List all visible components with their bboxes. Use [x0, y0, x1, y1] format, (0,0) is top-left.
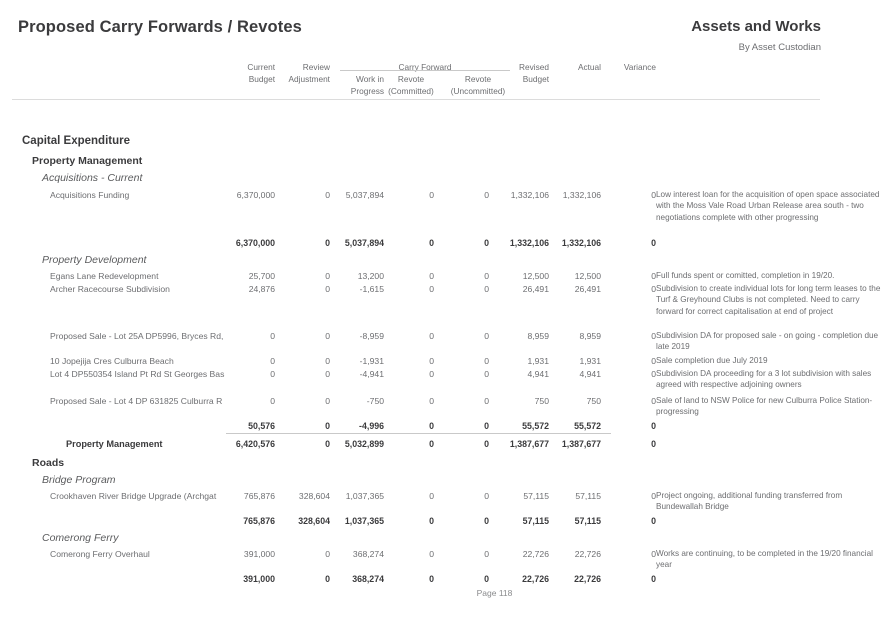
row-label: Archer Racecourse Subdivision: [50, 284, 170, 294]
table-row: Archer Racecourse Subdivision 24,876 0 -1,6…: [0, 283, 889, 316]
cell-variance: 0: [651, 396, 656, 406]
cell-variance: 0: [651, 238, 656, 248]
cell-variance: 0: [651, 421, 656, 431]
page-title: Proposed Carry Forwards / Revotes: [18, 18, 302, 36]
document-page: Proposed Carry Forwards / Revotes Assets…: [0, 0, 889, 628]
table-row: 10 Jopejija Cres Culburra Beach 0 0 -1,931 0…: [0, 355, 889, 366]
cell-variance: 0: [651, 271, 656, 281]
column-header-variance: Variance: [623, 62, 656, 72]
cell-variance: 0: [651, 549, 656, 559]
row-comment: Works are continuing, to be completed in…: [656, 549, 873, 570]
cell-variance: 0: [651, 516, 656, 526]
section-label: Property Management: [32, 155, 143, 167]
section-heading-row: Acquisitions - Current: [0, 172, 889, 184]
table-row: Proposed Sale - Lot 4 DP 631825 Culburra…: [0, 395, 889, 416]
row-comment: Project ongoing, additional funding tran…: [656, 491, 843, 512]
row-label: Acquisitions Funding: [50, 190, 130, 200]
row-label: 10 Jopejija Cres Culburra Beach: [50, 356, 174, 366]
document-header: Proposed Carry Forwards / Revotes Assets…: [0, 0, 889, 53]
section-label: Property Management: [66, 439, 163, 449]
column-header-revote-committed-line2: (Committed): [388, 86, 434, 96]
page-footer: Page 118: [0, 588, 889, 598]
section-heading-row: Comerong Ferry: [0, 532, 889, 544]
section-label: Capital Expenditure: [22, 135, 130, 147]
row-comment: Subdivision DA proceeding for a 3 lot su…: [656, 369, 872, 390]
column-header-review-adjustment-line1: Review: [302, 62, 330, 72]
row-comment: Sale of land to NSW Police for new Culbu…: [656, 396, 873, 417]
subtotal-row: 391,000 0 368,274 0 0 22,726 22,726 0: [0, 573, 889, 584]
section-heading-row: Capital Expenditure: [0, 135, 889, 147]
cell-variance: 0: [651, 284, 656, 294]
section-label: Acquisitions - Current: [42, 172, 143, 184]
cell-variance: 0: [651, 190, 656, 200]
page-number: Page 118: [476, 588, 513, 598]
table-row: Acquisitions Funding 6,370,000 0 5,037,894 0…: [0, 189, 889, 222]
subtotal-rule: [226, 433, 611, 434]
row-comment: Subdivision to create individual lots fo…: [656, 284, 881, 316]
row-label: Crookhaven River Bridge Upgrade (Archgat: [50, 491, 217, 501]
row-comment: Low interest loan for the acquisition of…: [656, 190, 880, 222]
section-label: Bridge Program: [42, 474, 116, 486]
section-label: Property Development: [42, 254, 147, 266]
column-header-work-in-progress-line2: Progress: [350, 86, 384, 96]
section-label: Comerong Ferry: [42, 532, 119, 544]
cell-variance: 0: [651, 491, 656, 501]
section-heading-row: Property Development: [0, 254, 889, 266]
column-header-revised-budget-line2: Budget: [522, 74, 549, 84]
table-header-rule: [12, 99, 820, 100]
row-comment: Subdivision DA for proposed sale - on go…: [656, 331, 879, 352]
cell-variance: 0: [651, 574, 656, 584]
report-subtitle: By Asset Custodian: [738, 42, 821, 53]
organisation-title: Assets and Works: [691, 18, 821, 35]
cell-variance: 0: [651, 331, 656, 341]
table-column-headers: Current Budget Review Adjustment Carry F…: [0, 58, 889, 98]
subtotal-row: 765,876 328,604 1,037,365 0 0 57,115 57,115 0: [0, 515, 889, 526]
column-header-work-in-progress-line1: Work in: [356, 74, 384, 84]
section-heading-row: Bridge Program: [0, 474, 889, 486]
cell-variance: 0: [651, 369, 656, 379]
section-heading-row: Property Management: [0, 155, 889, 167]
table-row: Proposed Sale - Lot 25A DP5996, Bryces R…: [0, 330, 889, 351]
column-header-revote-committed-line1: Revote: [397, 74, 425, 84]
row-comment: Sale completion due July 2019: [656, 356, 768, 365]
subtotal-row: Property Management 6,420,576 0 5,032,899 0 0…: [0, 438, 889, 449]
subtotal-row: 6,370,000 0 5,037,894 0 0 1,332,106 1,332,106 0: [0, 237, 889, 248]
table-row: Crookhaven River Bridge Upgrade (Archgat…: [0, 490, 889, 511]
cell-variance: 0: [651, 356, 656, 366]
carry-forward-group-rule: [340, 70, 510, 71]
section-heading-row: Roads: [0, 457, 889, 469]
row-label: Egans Lane Redevelopment: [50, 271, 159, 281]
table-row: Egans Lane Redevelopment 25,700 0 13,200 0 0 1…: [0, 270, 889, 281]
section-label: Roads: [32, 457, 65, 469]
cell-variance: 0: [651, 439, 656, 449]
table-row: Comerong Ferry Overhaul 391,000 0 368,274 0 0…: [0, 548, 889, 569]
subtotal-row: 50,576 0 -4,996 0 0 55,572 55,572 0: [0, 420, 889, 431]
row-label: Comerong Ferry Overhaul: [50, 549, 150, 559]
row-comment: Full funds spent or comitted, completion…: [656, 271, 835, 280]
table-row: Lot 4 DP550354 Island Pt Rd St Georges B…: [0, 368, 889, 389]
column-header-revote-uncommitted-line2: (Uncommitted): [450, 86, 506, 96]
